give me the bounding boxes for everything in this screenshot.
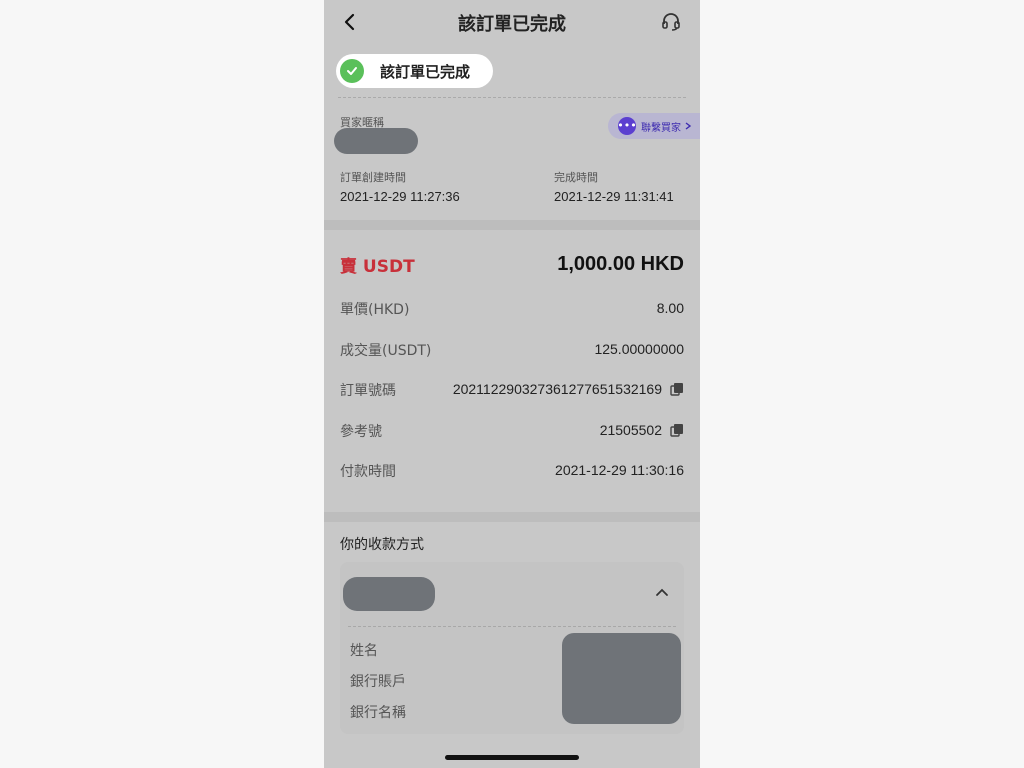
order-number-value: 20211229032736127765153216​9	[453, 381, 684, 397]
page-title: 該訂單已完成	[458, 14, 566, 35]
payment-time-label: 付款時間	[340, 464, 396, 480]
order-status-badge: 該訂單已完成	[336, 54, 493, 88]
app-header: 該訂單已完成	[324, 0, 700, 44]
order-number-label: 訂單號碼	[340, 383, 396, 399]
payment-method-card: 姓名 銀行賬戶 銀行名稱	[340, 562, 684, 734]
contact-buyer-label: 聯繫買家	[641, 122, 681, 134]
order-number-text: 20211229032736127765153216​9	[452, 381, 662, 397]
divider	[348, 626, 676, 627]
divider	[338, 97, 686, 98]
bank-account-label: 銀行賬戶	[350, 674, 406, 690]
order-created-label: 訂單創建時間	[340, 171, 406, 184]
redacted-payment-method	[343, 577, 435, 611]
contact-buyer-button[interactable]: ••• 聯繫買家	[608, 113, 700, 139]
reference-number-value: 21505502	[600, 422, 684, 438]
check-icon	[340, 59, 364, 83]
name-label: 姓名	[350, 643, 378, 659]
payment-time-value: 2021-12-29 11:30:16	[555, 462, 684, 478]
order-completed-value: 2021-12-29 11:31:41	[554, 189, 674, 204]
volume-text: 125.00000000	[594, 341, 684, 357]
order-created-value: 2021-12-29 11:27:36	[340, 189, 460, 204]
chevron-right-icon	[685, 122, 692, 130]
chat-icon: •••	[617, 117, 637, 135]
section-separator	[324, 220, 700, 230]
reference-number-label: 參考號	[340, 424, 382, 440]
unit-price-label: 單價(HKD)	[340, 302, 410, 318]
order-completed-label: 完成時間	[554, 171, 598, 184]
copy-icon[interactable]	[670, 423, 684, 437]
chevron-up-icon[interactable]	[654, 586, 670, 598]
phone-screen: 該訂單已完成 該訂單已完成 買家暱稱 ••• 聯繫買家 訂單創建時間 2021-…	[324, 0, 700, 768]
payment-time-text: 2021-12-29 11:30:16	[555, 462, 684, 478]
trade-side-label: 賣 USDT	[340, 257, 415, 277]
redacted-buyer-name	[334, 128, 418, 154]
bank-name-label: 銀行名稱	[350, 705, 406, 721]
section-separator	[324, 512, 700, 522]
volume-label: 成交量(USDT)	[340, 343, 432, 359]
payment-method-title: 你的收款方式	[340, 537, 424, 553]
unit-price-text: 8.00	[656, 300, 684, 316]
volume-value: 125.00000000	[594, 341, 684, 357]
status-text: 該訂單已完成	[380, 62, 471, 81]
redacted-payment-details	[562, 633, 681, 724]
headset-icon	[662, 13, 680, 31]
trade-amount: 1,000.00 HKD	[557, 253, 684, 275]
reference-number-text: 21505502	[599, 422, 662, 438]
copy-icon[interactable]	[670, 382, 684, 396]
support-button[interactable]	[660, 11, 682, 33]
unit-price-value: 8.00	[657, 300, 684, 316]
home-indicator[interactable]	[445, 755, 579, 760]
